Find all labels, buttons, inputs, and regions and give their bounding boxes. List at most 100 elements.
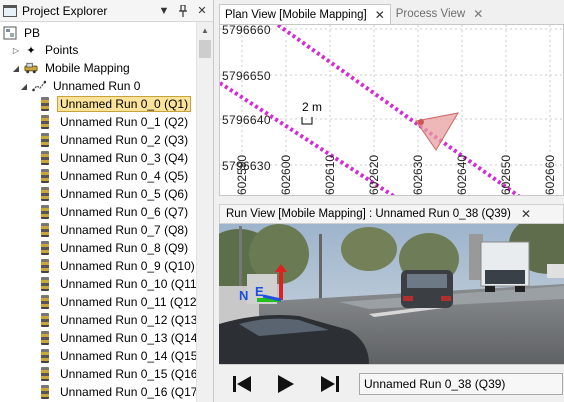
skip-back-button[interactable]: [227, 369, 257, 399]
run-image-label: Unnamed Run 0_0 (Q1): [57, 96, 192, 112]
x-axis-label: 602640: [455, 155, 469, 195]
run-image-label: Unnamed Run 0_16 (Q17): [60, 385, 202, 399]
camera-frame-icon: [41, 295, 49, 309]
camera-frame-icon: [41, 115, 49, 129]
run-image-label: Unnamed Run 0_4 (Q5): [60, 169, 189, 183]
tree-item-mobile-mapping[interactable]: ◢ Mobile Mapping: [11, 59, 133, 77]
camera-frame-icon: [41, 313, 49, 327]
run-image-item[interactable]: Unnamed Run 0_4 (Q5): [38, 167, 191, 185]
run-image-label: Unnamed Run 0_14 (Q15): [60, 349, 202, 363]
dropdown-icon[interactable]: ▼: [156, 3, 172, 19]
x-axis-label: 602630: [411, 155, 425, 195]
trajectory-icon: [32, 79, 46, 93]
scale-bar-label: 2 m: [302, 100, 322, 114]
camera-frame-icon: [41, 97, 49, 111]
playback-controls: Unnamed Run 0_38 (Q39): [219, 364, 564, 402]
scroll-up-icon[interactable]: ▲: [197, 22, 213, 39]
camera-frame-icon: [41, 385, 49, 399]
run-image-item[interactable]: Unnamed Run 0_13 (Q14): [38, 329, 204, 347]
tree-item-label: PB: [24, 26, 41, 40]
run-image-item[interactable]: Unnamed Run 0_6 (Q7): [38, 203, 191, 221]
run-image-item[interactable]: Unnamed Run 0_16 (Q17): [38, 383, 204, 401]
project-explorer-titlebar: Project Explorer ▼ ✕: [0, 0, 213, 22]
skip-back-icon: [233, 375, 251, 392]
run-view-title: Run View [Mobile Mapping] : Unnamed Run …: [226, 208, 511, 220]
points-icon: ✦: [26, 44, 36, 57]
y-axis-label: 5796660: [222, 25, 271, 37]
tree-item-run[interactable]: ◢ Unnamed Run 0: [19, 77, 143, 95]
run-image-item[interactable]: Unnamed Run 0_7 (Q8): [38, 221, 191, 239]
close-icon[interactable]: ✕: [375, 8, 385, 22]
tab-process-view[interactable]: Process View ✕: [391, 4, 489, 24]
current-image-field[interactable]: Unnamed Run 0_38 (Q39): [359, 372, 563, 395]
street-view-image[interactable]: N E: [219, 224, 564, 364]
run-image-label: Unnamed Run 0_7 (Q8): [60, 223, 189, 237]
run-image-label: Unnamed Run 0_13 (Q14): [60, 331, 202, 345]
skip-forward-button[interactable]: [315, 369, 345, 399]
run-image-label: Unnamed Run 0_12 (Q13): [60, 313, 202, 327]
play-button[interactable]: [271, 369, 301, 399]
run-image-item[interactable]: Unnamed Run 0_8 (Q9): [38, 239, 191, 257]
run-image-label: Unnamed Run 0_6 (Q7): [60, 205, 189, 219]
window-icon: [3, 4, 17, 17]
run-view-titlebar: Run View [Mobile Mapping] : Unnamed Run …: [219, 204, 564, 224]
scale-bar: [301, 117, 313, 125]
street-scene: [219, 224, 564, 364]
run-image-label: Unnamed Run 0_1 (Q2): [60, 115, 189, 129]
scrollbar-thumb[interactable]: [199, 40, 211, 58]
run-image-item[interactable]: Unnamed Run 0_2 (Q3): [38, 131, 191, 149]
axis-label-n: N: [239, 288, 249, 303]
run-image-label: Unnamed Run 0_10 (Q11): [60, 277, 201, 291]
tab-label: Process View: [395, 8, 466, 20]
axis-label-e: E: [255, 284, 264, 299]
close-icon[interactable]: ✕: [194, 3, 210, 19]
tree-item-points[interactable]: ▷ ✦ Points: [11, 41, 81, 59]
pin-icon[interactable]: [175, 3, 191, 19]
play-icon: [278, 374, 294, 393]
run-image-item[interactable]: Unnamed Run 0_0 (Q1): [38, 95, 192, 113]
run-image-item[interactable]: Unnamed Run 0_3 (Q4): [38, 149, 191, 167]
run-image-item[interactable]: Unnamed Run 0_10 (Q11): [38, 275, 204, 293]
tree-item-label: Points: [45, 43, 79, 57]
camera-frame-icon: [41, 151, 49, 165]
plan-map[interactable]: 5796660579665057966405796630602590 602600…: [220, 25, 564, 196]
camera-frame-icon: [41, 169, 49, 183]
y-axis-label: 5796640: [222, 113, 271, 127]
x-axis-label: 602650: [499, 155, 513, 195]
camera-position: [418, 119, 424, 125]
tab-label: Plan View [Mobile Mapping]: [225, 8, 367, 21]
run-image-label: Unnamed Run 0_5 (Q6): [60, 187, 189, 201]
run-image-item[interactable]: Unnamed Run 0_15 (Q16): [38, 365, 204, 383]
project-explorer-title: Project Explorer: [22, 3, 108, 18]
camera-frame-icon: [41, 259, 49, 273]
plan-view-canvas[interactable]: 5796660 5796650 5796640 5796630 602590 602600…: [219, 24, 564, 196]
run-image-item[interactable]: Unnamed Run 0_11 (Q12): [38, 293, 204, 311]
close-icon[interactable]: ✕: [521, 207, 531, 221]
tab-plan-view[interactable]: Plan View [Mobile Mapping] ✕: [219, 4, 391, 24]
x-axis-label: 602610: [323, 155, 337, 195]
tree-scrollbar[interactable]: ▲: [196, 22, 213, 402]
expand-arrow-icon[interactable]: ▷: [11, 46, 21, 55]
close-icon[interactable]: ✕: [473, 7, 483, 21]
camera-frame-icon: [41, 133, 49, 147]
project-explorer-panel: Project Explorer ▼ ✕ PB ▷ ✦ Points ◢ Mob…: [0, 0, 214, 402]
project-icon: [3, 26, 17, 40]
run-image-item[interactable]: Unnamed Run 0_12 (Q13): [38, 311, 204, 329]
run-image-item[interactable]: Unnamed Run 0_5 (Q6): [38, 185, 191, 203]
collapse-arrow-icon[interactable]: ◢: [19, 82, 29, 91]
run-image-item[interactable]: Unnamed Run 0_1 (Q2): [38, 113, 191, 131]
run-image-item[interactable]: Unnamed Run 0_9 (Q10): [38, 257, 198, 275]
vehicle-icon: [24, 61, 38, 75]
camera-frame-icon: [41, 205, 49, 219]
document-tabbar: Plan View [Mobile Mapping] ✕ Process Vie…: [219, 2, 564, 24]
y-axis-label: 5796650: [222, 69, 271, 83]
collapse-arrow-icon[interactable]: ◢: [11, 64, 21, 73]
camera-frame-icon: [41, 349, 49, 363]
run-image-label: Unnamed Run 0_2 (Q3): [60, 133, 189, 147]
camera-frame-icon: [41, 223, 49, 237]
run-image-item[interactable]: Unnamed Run 0_14 (Q15): [38, 347, 204, 365]
camera-frustum: [415, 112, 459, 151]
camera-frame-icon: [41, 241, 49, 255]
camera-frame-icon: [41, 331, 49, 345]
tree-item-root[interactable]: PB: [3, 24, 43, 42]
